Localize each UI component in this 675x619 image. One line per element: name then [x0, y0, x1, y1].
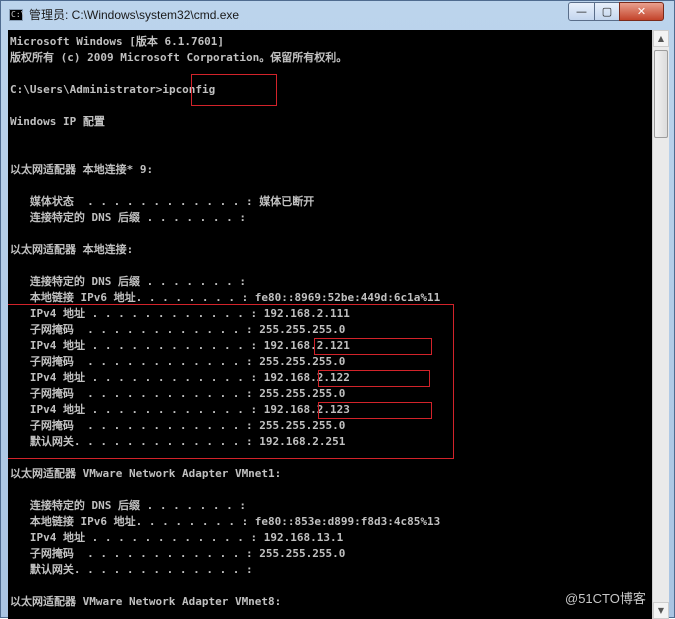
cmd-window: C:\ 管理员: C:\Windows\system32\cmd.exe — ▢…: [0, 0, 675, 619]
console-line: 子网掩码 . . . . . . . . . . . . : 255.255.2…: [10, 547, 346, 560]
console-line: 连接特定的 DNS 后缀 . . . . . . . :: [10, 211, 246, 224]
highlight-ip-121: [314, 338, 432, 355]
console-line: 连接特定的 DNS 后缀 . . . . . . . :: [10, 275, 246, 288]
highlight-command: [191, 74, 277, 106]
console-line: IPv4 地址 . . . . . . . . . . . . : 192.16…: [10, 531, 344, 544]
console-line: 媒体状态 . . . . . . . . . . . . : 媒体已断开: [10, 195, 315, 208]
scroll-down-arrow-icon[interactable]: ▼: [653, 602, 669, 619]
console-line: 默认网关. . . . . . . . . . . . . :: [10, 563, 253, 576]
maximize-button[interactable]: ▢: [594, 2, 620, 21]
console-line: 以太网适配器 本地连接* 9:: [10, 163, 154, 176]
console-line: 以太网适配器 VMware Network Adapter VMnet8:: [10, 595, 282, 608]
title-bar[interactable]: C:\ 管理员: C:\Windows\system32\cmd.exe — ▢…: [1, 1, 674, 29]
console-output[interactable]: Microsoft Windows [版本 6.1.7601] 版权所有 (c) …: [8, 30, 652, 619]
console-line: 本地链接 IPv6 地址. . . . . . . . : fe80::853e…: [10, 515, 441, 528]
highlight-ip-122: [318, 370, 430, 387]
console-line: 以太网适配器 本地连接:: [10, 243, 134, 256]
console-line: 版权所有 (c) 2009 Microsoft Corporation。保留所有…: [10, 51, 348, 64]
console-line: Windows IP 配置: [10, 115, 105, 128]
vertical-scrollbar[interactable]: ▲ ▼: [652, 30, 669, 619]
cmd-app-icon[interactable]: C:\: [9, 9, 25, 21]
scroll-up-arrow-icon[interactable]: ▲: [653, 30, 669, 47]
window-title: 管理员: C:\Windows\system32\cmd.exe: [29, 8, 240, 22]
highlight-ip-123: [318, 402, 432, 419]
console-line: C:\Users\Administrator>ipconfig: [10, 83, 216, 96]
console-line: 以太网适配器 VMware Network Adapter VMnet1:: [10, 467, 282, 480]
watermark: @51CTO博客: [565, 591, 646, 606]
console-line: 连接特定的 DNS 后缀 . . . . . . . :: [10, 499, 246, 512]
scrollbar-thumb[interactable]: [654, 50, 668, 138]
close-button[interactable]: ✕: [619, 2, 664, 21]
minimize-button[interactable]: —: [568, 2, 595, 21]
console-line: Microsoft Windows [版本 6.1.7601]: [10, 35, 225, 48]
